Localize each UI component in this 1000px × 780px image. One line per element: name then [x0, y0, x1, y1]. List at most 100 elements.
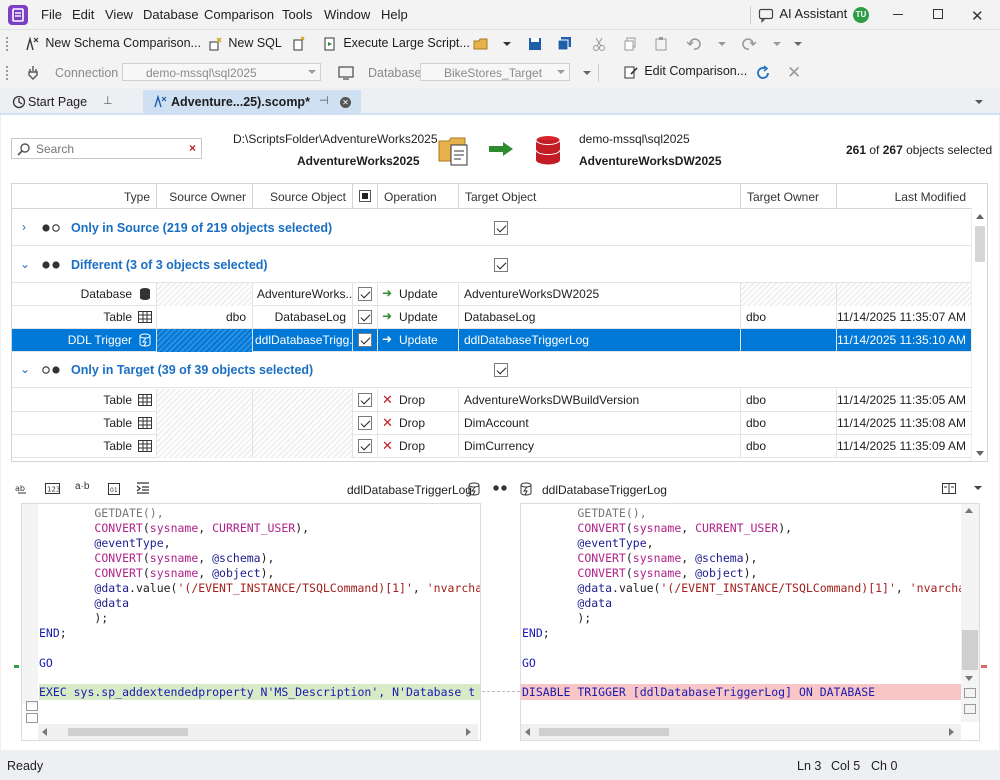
- collapse-chevron-icon[interactable]: ⌄: [20, 257, 30, 271]
- scroll-left-arrow[interactable]: [525, 728, 530, 736]
- left-hscrollbar[interactable]: [38, 724, 478, 740]
- ignore-numbers-icon[interactable]: 123: [45, 482, 61, 496]
- edit-comparison-button[interactable]: Edit Comparison...: [623, 64, 747, 80]
- stop-icon[interactable]: ✕: [787, 63, 801, 83]
- menu-help[interactable]: Help: [381, 7, 408, 22]
- column-header-source-owner[interactable]: Source Owner: [157, 184, 253, 209]
- row-checkbox[interactable]: [358, 393, 372, 407]
- undo-button[interactable]: [686, 36, 702, 52]
- connection-dropdown[interactable]: demo-mssql\sql2025: [122, 63, 321, 81]
- minimize-button[interactable]: [893, 14, 903, 15]
- clear-search-icon[interactable]: ×: [189, 141, 196, 155]
- scroll-down-arrow[interactable]: [976, 451, 984, 456]
- row-checkbox[interactable]: [358, 416, 372, 430]
- menu-database[interactable]: Database: [143, 7, 199, 22]
- tab-start-page[interactable]: Start Page ⊥: [0, 90, 141, 115]
- expand-chevron-icon[interactable]: ›: [22, 220, 26, 234]
- row-checkbox[interactable]: [358, 310, 372, 324]
- row-checkbox[interactable]: [358, 287, 372, 301]
- layout-dropdown-arrow[interactable]: [974, 486, 982, 490]
- menu-tools[interactable]: Tools: [282, 7, 312, 22]
- right-vscrollbar[interactable]: [961, 504, 979, 722]
- column-header-last-modified[interactable]: Last Modified: [837, 184, 972, 209]
- collapse-chevron-icon[interactable]: ⌄: [20, 362, 30, 376]
- pin-icon[interactable]: ⊣: [319, 94, 329, 107]
- column-header-source-object[interactable]: Source Object: [253, 184, 353, 209]
- cut-button[interactable]: [591, 36, 607, 52]
- user-avatar[interactable]: TU: [853, 7, 869, 23]
- scroll-down-arrow[interactable]: [965, 676, 973, 681]
- scroll-right-arrow[interactable]: [949, 728, 954, 736]
- tabs-overflow-arrow[interactable]: [975, 100, 983, 104]
- table-row[interactable]: Database AdventureWorks... Update ➜ Adve…: [12, 283, 972, 306]
- left-hscroll-thumb[interactable]: [68, 728, 188, 736]
- table-row[interactable]: Table Drop ✕ DimAccount dbo 11/14/2025 1…: [12, 412, 972, 435]
- table-row[interactable]: Table dbo DatabaseLog Update ➜ DatabaseL…: [12, 306, 972, 329]
- new-schema-comparison-button[interactable]: New Schema Comparison...: [24, 36, 201, 52]
- prev-diff-icon[interactable]: [964, 688, 976, 698]
- indent-icon[interactable]: [136, 481, 150, 495]
- row-checkbox[interactable]: [358, 333, 372, 347]
- column-header-target-object[interactable]: Target Object: [459, 184, 741, 209]
- undo-dropdown-arrow[interactable]: [718, 42, 726, 46]
- toolbar-grip[interactable]: [6, 66, 9, 80]
- copy-button[interactable]: [622, 36, 638, 52]
- next-diff-icon[interactable]: [26, 713, 38, 723]
- execute-large-script-button[interactable]: Execute Large Script...: [322, 36, 470, 52]
- refresh-icon[interactable]: [755, 65, 771, 81]
- group-different[interactable]: ⌄ Different (3 of 3 objects selected): [12, 247, 972, 283]
- right-vscroll-thumb[interactable]: [962, 630, 978, 670]
- save-all-button[interactable]: [557, 36, 573, 52]
- group-checkbox[interactable]: [494, 258, 508, 272]
- search-box[interactable]: ×: [11, 138, 202, 159]
- redo-button[interactable]: [741, 36, 757, 52]
- table-row-selected[interactable]: DDL Trigger ddlDatabaseTrigg... Update ➜…: [12, 329, 972, 352]
- menu-file[interactable]: File: [41, 7, 62, 22]
- scroll-left-arrow[interactable]: [42, 728, 47, 736]
- ignore-comments-icon[interactable]: 01: [107, 482, 121, 496]
- row-checkbox[interactable]: [358, 439, 372, 453]
- redo-dropdown-arrow[interactable]: [773, 42, 781, 46]
- ai-assistant-button[interactable]: AI Assistant: [758, 6, 847, 24]
- next-diff-icon[interactable]: [964, 704, 976, 714]
- database-dropdown[interactable]: BikeStores_Target: [420, 63, 570, 81]
- toolbar-overflow-arrow[interactable]: [794, 42, 802, 46]
- column-header-target-owner[interactable]: Target Owner: [741, 184, 837, 209]
- table-row[interactable]: Table Drop ✕ DimCurrency dbo 11/14/2025 …: [12, 435, 972, 458]
- grid-vertical-scrollbar[interactable]: [971, 210, 987, 461]
- column-header-select-all[interactable]: [353, 184, 378, 209]
- table-row[interactable]: Table Drop ✕ AdventureWorksDWBuildVersio…: [12, 389, 972, 412]
- save-button[interactable]: [527, 36, 543, 52]
- scroll-right-arrow[interactable]: [466, 728, 471, 736]
- layout-icon[interactable]: [942, 482, 956, 496]
- column-header-type[interactable]: Type: [12, 184, 157, 209]
- menu-comparison[interactable]: Comparison: [204, 7, 274, 22]
- close-tab-icon[interactable]: ✕: [340, 97, 351, 108]
- scroll-up-arrow[interactable]: [965, 508, 973, 513]
- scroll-thumb[interactable]: [975, 226, 985, 262]
- right-code-pane[interactable]: GETDATE(), CONVERT(sysname, CURRENT_USER…: [520, 503, 980, 741]
- prev-diff-icon[interactable]: [26, 701, 38, 711]
- tab-comparison[interactable]: Adventure...25).scomp* ⊣ ✕: [143, 90, 361, 115]
- column-header-operation[interactable]: Operation: [378, 184, 459, 209]
- menu-edit[interactable]: Edit: [72, 7, 94, 22]
- pin-icon[interactable]: ⊥: [103, 94, 113, 107]
- toolbar-overflow-arrow[interactable]: [583, 71, 591, 75]
- right-hscroll-thumb[interactable]: [539, 728, 669, 736]
- new-file-button[interactable]: [291, 36, 307, 52]
- maximize-button[interactable]: [933, 9, 943, 19]
- toolbar-grip[interactable]: [6, 37, 9, 51]
- menu-view[interactable]: View: [105, 7, 133, 22]
- select-all-checkbox[interactable]: [359, 190, 371, 202]
- search-input[interactable]: [36, 141, 186, 156]
- left-code-pane[interactable]: GETDATE(), CONVERT(sysname, CURRENT_USER…: [21, 503, 481, 741]
- close-window-button[interactable]: ✕: [971, 7, 984, 25]
- group-only-in-source[interactable]: › Only in Source (219 of 219 objects sel…: [12, 210, 972, 246]
- open-dropdown-arrow[interactable]: [503, 42, 511, 46]
- ignore-case-icon[interactable]: ab: [15, 482, 29, 496]
- new-sql-button[interactable]: New SQL: [207, 36, 282, 52]
- open-button[interactable]: [473, 36, 489, 52]
- group-checkbox[interactable]: [494, 221, 508, 235]
- group-only-in-target[interactable]: ⌄ Only in Target (39 of 39 objects selec…: [12, 352, 972, 388]
- paste-button[interactable]: [653, 36, 669, 52]
